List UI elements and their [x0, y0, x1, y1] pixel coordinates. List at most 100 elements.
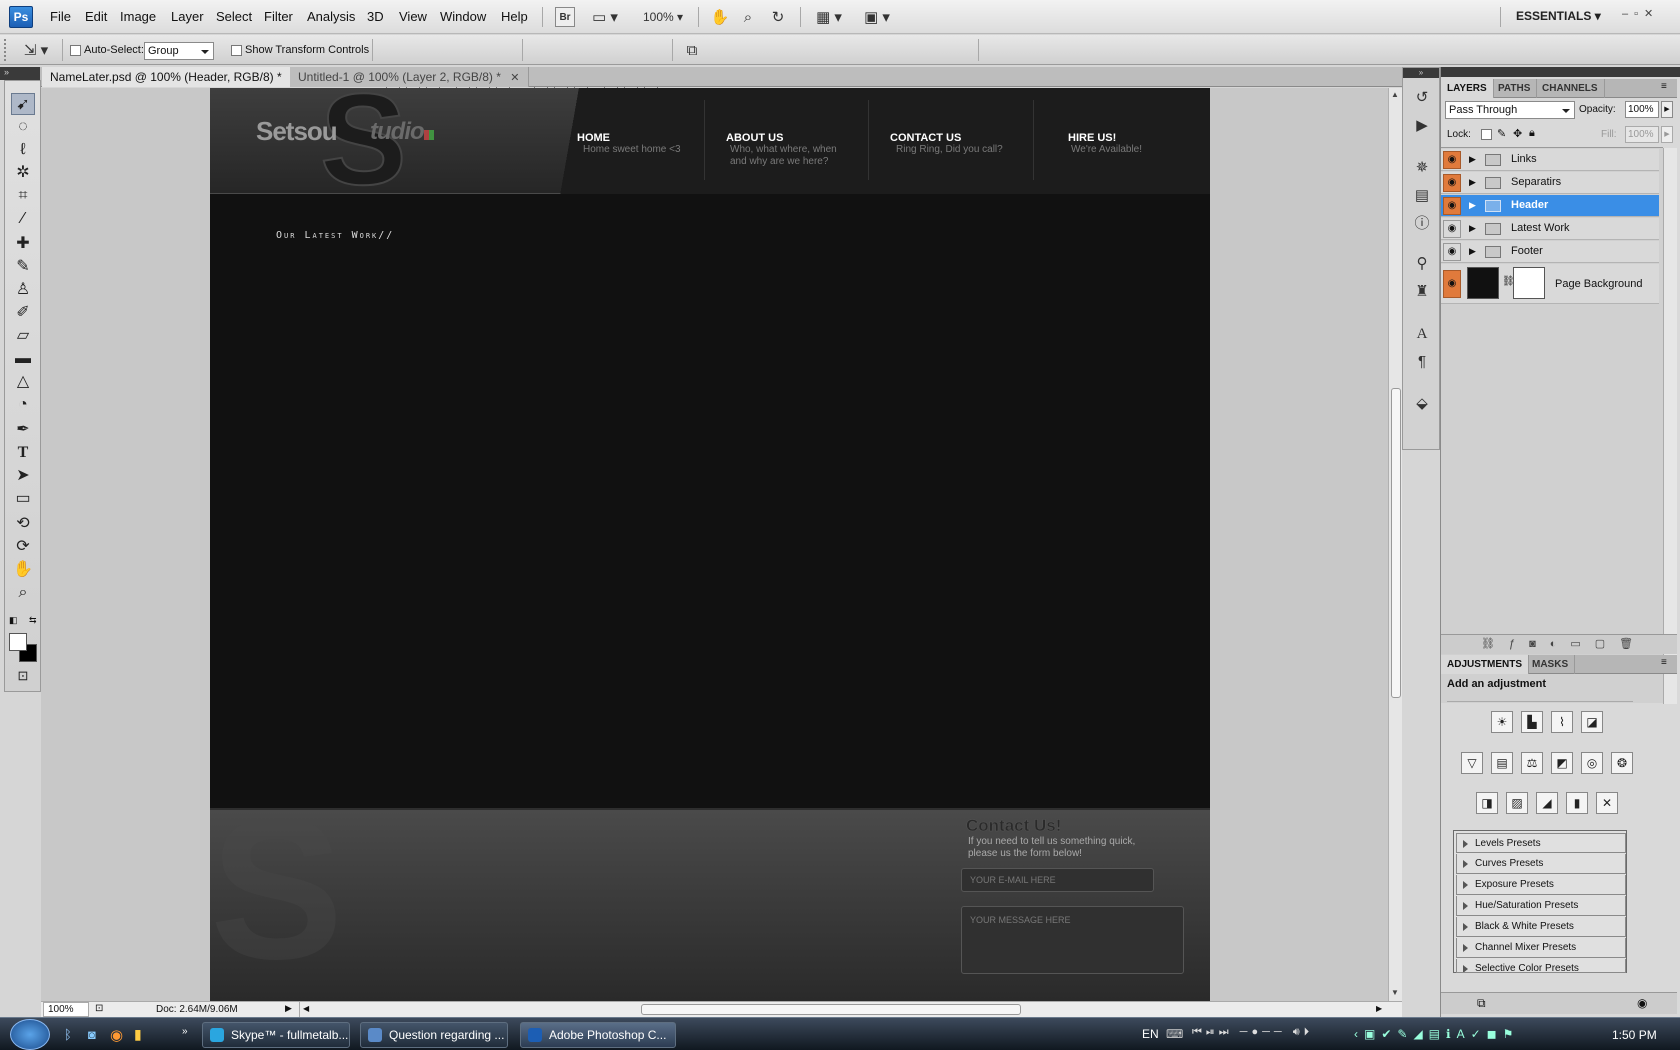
3d-orbit-tool-icon[interactable]: ⟳ [11, 536, 35, 558]
shape-tool-icon[interactable]: ▭ [11, 488, 35, 510]
keyboard-icon[interactable]: ⌨ [1166, 1027, 1183, 1041]
taskbar-question[interactable]: Question regarding ... [360, 1022, 508, 1048]
vibrance-icon[interactable]: ▽ [1461, 752, 1483, 774]
hand-tool-icon[interactable]: ✋ [710, 7, 730, 27]
workspace-switcher[interactable]: ESSENTIALS ▾ [1516, 9, 1601, 23]
menu-layer[interactable]: Layer [171, 9, 204, 24]
color-balance-icon[interactable]: ⚖ [1521, 752, 1543, 774]
actions-panel-icon[interactable]: ▶ [1412, 116, 1432, 136]
scroll-right-icon[interactable]: ▶ [1376, 1004, 1382, 1013]
foreground-color-swatch[interactable] [9, 633, 27, 651]
blend-mode-select[interactable]: Pass Through [1445, 101, 1575, 119]
bridge-button[interactable]: Br [555, 7, 575, 27]
dock-collapse-icon[interactable]: » [1403, 68, 1439, 78]
blur-tool-icon[interactable]: △ [11, 371, 35, 393]
posterize-icon[interactable]: ▨ [1506, 792, 1528, 814]
scroll-left-icon[interactable]: ◀ [303, 1004, 309, 1013]
lock-all-icon[interactable]: 🔒︎ [1529, 127, 1535, 140]
eye-icon[interactable]: ◉ [1443, 151, 1461, 169]
status-info-icon[interactable]: ⊡ [95, 1003, 103, 1014]
move-tool-icon[interactable]: ➹ [11, 93, 35, 115]
selective-color-icon[interactable]: ✕ [1596, 792, 1618, 814]
menu-analysis[interactable]: Analysis [307, 9, 355, 24]
menu-select[interactable]: Select [216, 9, 252, 24]
brushes-panel-icon[interactable]: ⚲ [1412, 254, 1432, 274]
levels-icon[interactable]: ▙ [1521, 711, 1543, 733]
preset-levels[interactable]: Levels Presets [1456, 833, 1626, 853]
show-transform-checkbox[interactable] [231, 45, 242, 56]
layer-latest-work[interactable]: ◉ ▶ Latest Work [1441, 218, 1659, 240]
fill-arrow-icon[interactable]: ▶ [1661, 126, 1673, 143]
opacity-arrow-icon[interactable]: ▶ [1661, 101, 1673, 118]
navigator-panel-icon[interactable]: ✵ [1412, 158, 1432, 178]
start-button[interactable] [10, 1019, 50, 1050]
taskbar-photoshop[interactable]: Adobe Photoshop C... [520, 1022, 676, 1048]
tab-document-namelater[interactable]: NameLater.psd @ 100% (Header, RGB/8) * ✕ [42, 67, 310, 87]
expand-arrow-icon[interactable]: ▶ [1469, 246, 1476, 257]
preset-curves[interactable]: Curves Presets [1456, 854, 1626, 874]
expand-arrow-icon[interactable]: ▶ [1469, 177, 1476, 188]
threshold-icon[interactable]: ◢ [1536, 792, 1558, 814]
zoom-tool-icon[interactable]: ⌕ [11, 582, 35, 604]
photo-filter-icon[interactable]: ◎ [1581, 752, 1603, 774]
hue-saturation-icon[interactable]: ▤ [1491, 752, 1513, 774]
eye-icon[interactable]: ◉ [1443, 270, 1461, 298]
layer-links[interactable]: ◉ ▶ Links [1441, 149, 1659, 171]
paragraph-panel-icon[interactable]: ¶ [1412, 352, 1432, 372]
document-canvas[interactable]: S Setsou tudio HOME Home sweet home <3 A… [210, 73, 1210, 1001]
3d-rotate-tool-icon[interactable]: ⟲ [11, 513, 35, 535]
hand-tool-icon[interactable]: ✋ [11, 559, 35, 581]
panel-menu-icon[interactable]: ≡ [1661, 657, 1667, 668]
layer-header-selected[interactable]: ◉ ▶ Header [1441, 195, 1659, 217]
menu-window[interactable]: Window [440, 9, 486, 24]
clone-stamp-tool-icon[interactable]: ♙ [11, 279, 35, 301]
nav-item-contact[interactable]: CONTACT US Ring Ring, Did you call? [890, 132, 1030, 156]
history-brush-tool-icon[interactable]: ✐ [11, 302, 35, 324]
panel-menu-icon[interactable]: ≡ [1661, 81, 1667, 92]
scroll-thumb[interactable] [1391, 388, 1401, 698]
status-menu-arrow-icon[interactable]: ▶ [285, 1003, 292, 1014]
nav-item-about[interactable]: ABOUT US Who, what where, when and why a… [726, 132, 856, 168]
brush-tool-icon[interactable]: ✎ [11, 256, 35, 278]
auto-select-dropdown[interactable]: Group [144, 42, 214, 60]
lock-position-icon[interactable]: ✥ [1513, 127, 1522, 140]
preset-channel-mixer[interactable]: Channel Mixer Presets [1456, 938, 1626, 958]
taskbar-skype[interactable]: Skype™ - fullmetalb... [202, 1022, 350, 1048]
path-selection-tool-icon[interactable]: ➤ [11, 465, 35, 487]
auto-select-checkbox[interactable] [70, 45, 81, 56]
nav-item-home[interactable]: HOME Home sweet home <3 [577, 132, 702, 156]
toolbox-collapse-icon[interactable]: » [0, 67, 40, 80]
clone-source-panel-icon[interactable]: ♜ [1412, 282, 1432, 302]
marquee-tool-icon[interactable]: ◌ [11, 116, 35, 138]
history-panel-icon[interactable]: ↺ [1412, 88, 1432, 108]
expand-arrow-icon[interactable]: ▶ [1469, 223, 1476, 234]
lasso-tool-icon[interactable]: ℓ [11, 139, 35, 161]
clip-to-layer-icon[interactable]: ⧉ [1477, 996, 1486, 1011]
extras-icon[interactable]: ▭ ▾ [588, 7, 622, 27]
arrange-documents-icon[interactable]: ▦ ▾ [812, 7, 846, 27]
clock[interactable]: 1:50 PM [1612, 1028, 1657, 1042]
quicklaunch-desktop-icon[interactable]: ◙ [88, 1027, 96, 1042]
tab-adjustments[interactable]: ADJUSTMENTS [1441, 655, 1530, 674]
menu-edit[interactable]: Edit [85, 9, 107, 24]
crop-tool-icon[interactable]: ⌗ [11, 185, 35, 207]
menu-image[interactable]: Image [120, 9, 156, 24]
character-panel-icon[interactable]: A [1412, 324, 1432, 344]
auto-align-layers-icon[interactable]: ⧉ [682, 40, 702, 60]
email-field[interactable]: YOUR E-MAIL HERE [961, 868, 1154, 892]
tab-paths[interactable]: PATHS [1492, 79, 1538, 98]
mask-eye-icon[interactable]: ◉ [1637, 996, 1647, 1010]
swap-colors-icon[interactable]: ⇆ [29, 615, 37, 626]
channel-mixer-icon[interactable]: ❂ [1611, 752, 1633, 774]
eyedropper-tool-icon[interactable]: ⁄ [11, 208, 35, 230]
default-colors-icon[interactable]: ◧ [9, 615, 18, 626]
opacity-input[interactable]: 100% [1625, 101, 1659, 118]
zoom-level-select[interactable]: 100% ▾ [638, 7, 688, 27]
rotate-view-icon[interactable]: ↻ [768, 7, 788, 27]
close-icon[interactable]: ✕ [510, 72, 519, 84]
language-indicator[interactable]: EN [1142, 1027, 1159, 1041]
layer-separatirs[interactable]: ◉ ▶ Separatirs [1441, 172, 1659, 194]
eraser-tool-icon[interactable]: ▱ [11, 325, 35, 347]
folder-icon[interactable]: ▮ [134, 1026, 142, 1043]
healing-brush-tool-icon[interactable]: ✚ [11, 233, 35, 255]
